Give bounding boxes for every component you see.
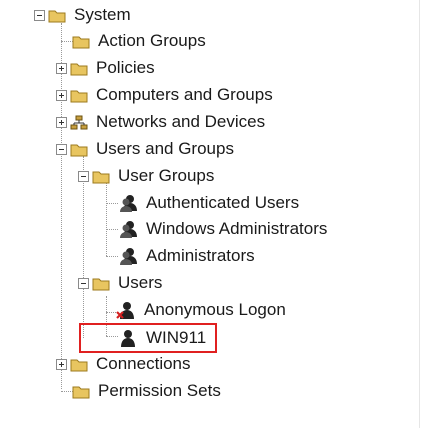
tree-node-label: Networks and Devices	[96, 112, 266, 131]
user-group-icon	[118, 193, 138, 213]
tree-node-networks-and-devices[interactable]: Networks and Devices	[56, 109, 265, 135]
tree-node-connections[interactable]: Connections	[56, 351, 191, 377]
tree-node-label: Administrators	[146, 246, 255, 265]
tree-node-label: Windows Administrators	[146, 219, 328, 238]
tree-node-label: WIN911	[146, 328, 207, 347]
folder-icon	[70, 61, 88, 76]
tree-line	[106, 183, 107, 256]
tree-node-administrators[interactable]: Administrators	[118, 243, 255, 269]
tree-node-label: Connections	[96, 354, 191, 373]
folder-icon	[72, 34, 90, 49]
tree-node-users-and-groups[interactable]: Users and Groups	[56, 136, 234, 162]
tree-node-label: Permission Sets	[98, 381, 221, 400]
tree-line	[106, 229, 118, 230]
tree-node-label: Anonymous Logon	[144, 300, 286, 319]
collapse-icon[interactable]	[34, 9, 45, 21]
expand-icon[interactable]	[56, 116, 67, 128]
tree-node-computers-and-groups[interactable]: Computers and Groups	[56, 82, 273, 108]
collapse-icon[interactable]	[78, 277, 89, 289]
panel-divider	[419, 0, 420, 428]
tree-node-label: Action Groups	[98, 31, 206, 50]
collapse-icon[interactable]	[56, 143, 67, 155]
tree-node-label: User Groups	[118, 166, 215, 185]
tree-node-system[interactable]: System	[34, 2, 131, 28]
folder-icon	[92, 169, 110, 184]
tree-line	[106, 203, 118, 204]
tree-node-user-groups[interactable]: User Groups	[78, 163, 214, 189]
collapse-icon[interactable]	[78, 170, 89, 182]
tree-node-label: Policies	[96, 58, 155, 77]
tree-node-action-groups[interactable]: Action Groups	[72, 28, 206, 54]
user-group-icon	[118, 246, 138, 266]
network-icon	[70, 115, 88, 130]
tree-node-label: System	[74, 5, 131, 24]
tree-node-anonymous-logon[interactable]: Anonymous Logon	[116, 297, 286, 323]
folder-icon	[92, 276, 110, 291]
tree-node-authenticated-users[interactable]: Authenticated Users	[118, 190, 299, 216]
expand-icon[interactable]	[56, 89, 67, 101]
tree-node-label: Users and Groups	[96, 139, 234, 158]
folder-icon	[48, 8, 66, 23]
folder-icon	[72, 384, 90, 399]
tree-node-label: Users	[118, 273, 163, 292]
user-icon	[118, 328, 138, 348]
tree-node-label: Computers and Groups	[96, 85, 273, 104]
tree-node-permission-sets[interactable]: Permission Sets	[72, 378, 221, 404]
folder-icon	[70, 357, 88, 372]
expand-icon[interactable]	[56, 358, 67, 370]
anonymous-user-icon	[116, 300, 136, 320]
folder-icon	[70, 142, 88, 157]
folder-icon	[70, 88, 88, 103]
tree-view: System Action Groups Policies Computers …	[0, 0, 422, 428]
tree-node-label: Authenticated Users	[146, 193, 300, 212]
tree-node-policies[interactable]: Policies	[56, 55, 155, 81]
expand-icon[interactable]	[56, 62, 67, 74]
tree-node-users[interactable]: Users	[78, 270, 162, 296]
user-group-icon	[118, 219, 138, 239]
tree-line	[106, 256, 118, 257]
tree-node-windows-administrators[interactable]: Windows Administrators	[118, 216, 327, 242]
tree-node-win911[interactable]: WIN911	[118, 325, 206, 351]
